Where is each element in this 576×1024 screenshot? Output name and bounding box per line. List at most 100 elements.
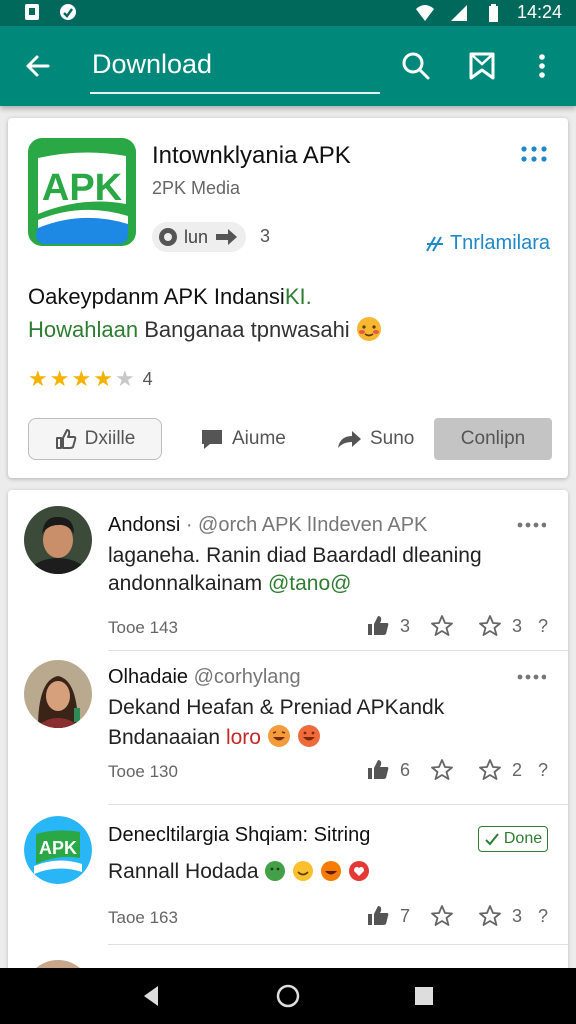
pill-count: 3 xyxy=(260,226,271,246)
translate-icon xyxy=(426,236,443,251)
card-actions: Dxiille Aiume Suno Conlipn xyxy=(8,418,568,464)
post-handle: @corhylang xyxy=(193,666,301,688)
battery-icon xyxy=(488,3,498,22)
description-line-2: Howahlaan Banganaa tpnwasahi xyxy=(28,316,382,343)
help-icon[interactable]: ? xyxy=(538,616,548,637)
done-badge-label: Done xyxy=(503,830,543,847)
post-header: Denecltilargia Shqiam: Sitring xyxy=(108,824,370,847)
translate-label: Tnrlamilara xyxy=(449,232,550,254)
star-empty-icon: ★ xyxy=(114,366,135,391)
smile-emoji-icon xyxy=(293,861,314,881)
laugh-emoji-icon xyxy=(321,861,342,881)
help-icon[interactable]: ? xyxy=(538,906,548,927)
post-text: andonnalkainam @tano@ xyxy=(108,572,351,596)
like-count: 7 xyxy=(399,905,410,926)
post-time: Tooe 130 xyxy=(108,762,178,781)
done-badge[interactable]: Done xyxy=(478,826,548,852)
post-text: Dekand Heafan & Preniad APKandk xyxy=(108,696,445,719)
grin-emoji-icon xyxy=(267,725,290,747)
post-highlight: loro xyxy=(225,726,261,749)
search-input[interactable]: Download xyxy=(90,44,380,94)
comment-icon xyxy=(202,430,222,449)
app-developer[interactable]: 2PK Media xyxy=(152,178,240,199)
post-time: Taoe 163 xyxy=(108,908,178,927)
app-title: Intownklyania APK xyxy=(152,142,351,169)
translate-link[interactable]: Tnrlamilara xyxy=(424,232,550,255)
like-count: 3 xyxy=(399,615,410,636)
post-handle: · @orch APK lIndeven APK xyxy=(185,514,428,536)
thumbs-up-icon[interactable] xyxy=(366,758,390,782)
confirm-button[interactable]: Conlipn xyxy=(434,418,552,460)
back-arrow-icon[interactable] xyxy=(22,50,54,82)
system-navigation-bar xyxy=(0,968,576,1024)
star-outline-icon[interactable] xyxy=(478,904,502,928)
star-outline-icon[interactable] xyxy=(430,614,454,638)
star-icon: ★ xyxy=(28,366,48,391)
share-arrow-icon xyxy=(338,431,361,448)
post-header: Olhadaie @corhylang xyxy=(108,666,301,689)
post-mention[interactable]: @tano@ xyxy=(268,572,352,595)
nav-home-icon[interactable] xyxy=(274,982,302,1010)
comment-button-label: Aiume xyxy=(232,428,286,449)
like-button[interactable]: Dxiille xyxy=(28,418,162,460)
avatar[interactable] xyxy=(24,660,92,728)
post-author[interactable]: Denecltilargia Shqiam: Sitring xyxy=(108,824,370,846)
star-outline-icon[interactable] xyxy=(478,758,502,782)
apk-app-icon[interactable]: APK xyxy=(28,138,136,246)
post-header: Andonsi · @orch APK lIndeven APK xyxy=(108,514,427,537)
thumbs-up-icon[interactable] xyxy=(366,614,390,638)
more-options-icon[interactable] xyxy=(516,520,546,530)
post-actions: 3 3 ? xyxy=(366,614,548,638)
star-icon: ★ xyxy=(93,366,113,391)
status-bar: 14:24 xyxy=(0,0,576,26)
post-author[interactable]: Andonsi xyxy=(108,514,180,536)
avatar[interactable] xyxy=(24,506,92,574)
description-line-1-main: Oakeypdanm APK Indansi xyxy=(28,284,285,309)
nav-recents-icon[interactable] xyxy=(410,982,438,1010)
thumbs-up-icon xyxy=(55,429,76,449)
post-text-main: andonnalkainam xyxy=(108,572,268,595)
wifi-icon xyxy=(415,4,434,21)
rating-count: 4 xyxy=(142,368,153,389)
star-count: 3 xyxy=(511,615,522,636)
avatar[interactable]: APK xyxy=(24,816,92,884)
arrow-right-icon xyxy=(216,229,238,245)
overflow-menu-icon[interactable] xyxy=(526,50,558,82)
star-outline-icon[interactable] xyxy=(430,904,454,928)
post-time: Tooe 143 xyxy=(108,618,178,637)
description-line-2-green: Howahlaan xyxy=(28,317,139,342)
post-text-main: Bndanaaian xyxy=(108,726,226,749)
comment-button[interactable]: Aiume xyxy=(200,418,286,460)
star-outline-icon[interactable] xyxy=(478,614,502,638)
post-author[interactable]: Olhadaie xyxy=(108,666,188,688)
description-line-1: Oakeypdanm APK IndansiKI. xyxy=(28,284,312,310)
share-button-label: Suno xyxy=(370,428,415,449)
post-text: laganeha. Ranin diad Baardadl dleaning xyxy=(108,544,482,567)
post-actions: 7 3 ? xyxy=(366,904,548,928)
star-count: 3 xyxy=(511,905,522,926)
install-pill[interactable]: lun xyxy=(152,222,246,252)
bookmark-frame-icon[interactable] xyxy=(466,50,498,82)
star-icon: ★ xyxy=(71,366,92,391)
post-actions: 6 2 ? xyxy=(366,758,548,782)
nav-back-icon[interactable] xyxy=(138,982,166,1010)
grid-dots-icon[interactable] xyxy=(520,144,548,164)
more-options-icon[interactable] xyxy=(516,672,546,682)
like-count: 6 xyxy=(399,759,410,780)
app-notification-icon xyxy=(60,4,76,20)
status-time: 14:24 xyxy=(516,2,562,22)
like-button-label: Dxiille xyxy=(84,428,136,449)
help-icon[interactable]: ? xyxy=(538,760,548,781)
share-button[interactable]: Suno xyxy=(336,418,414,460)
star-outline-icon[interactable] xyxy=(430,758,454,782)
app-toolbar: Download xyxy=(0,26,576,106)
sim-card-icon xyxy=(25,4,39,20)
grin-emoji-icon xyxy=(297,725,320,747)
post-text-main: Rannall Hodada xyxy=(108,860,259,883)
heart-emoji-icon xyxy=(348,861,369,881)
thumbs-up-icon[interactable] xyxy=(366,904,390,928)
post-text: Bndanaaian loro xyxy=(108,724,321,750)
app-icon-label: APK xyxy=(42,167,123,209)
search-icon[interactable] xyxy=(400,50,432,82)
divider xyxy=(108,650,568,651)
